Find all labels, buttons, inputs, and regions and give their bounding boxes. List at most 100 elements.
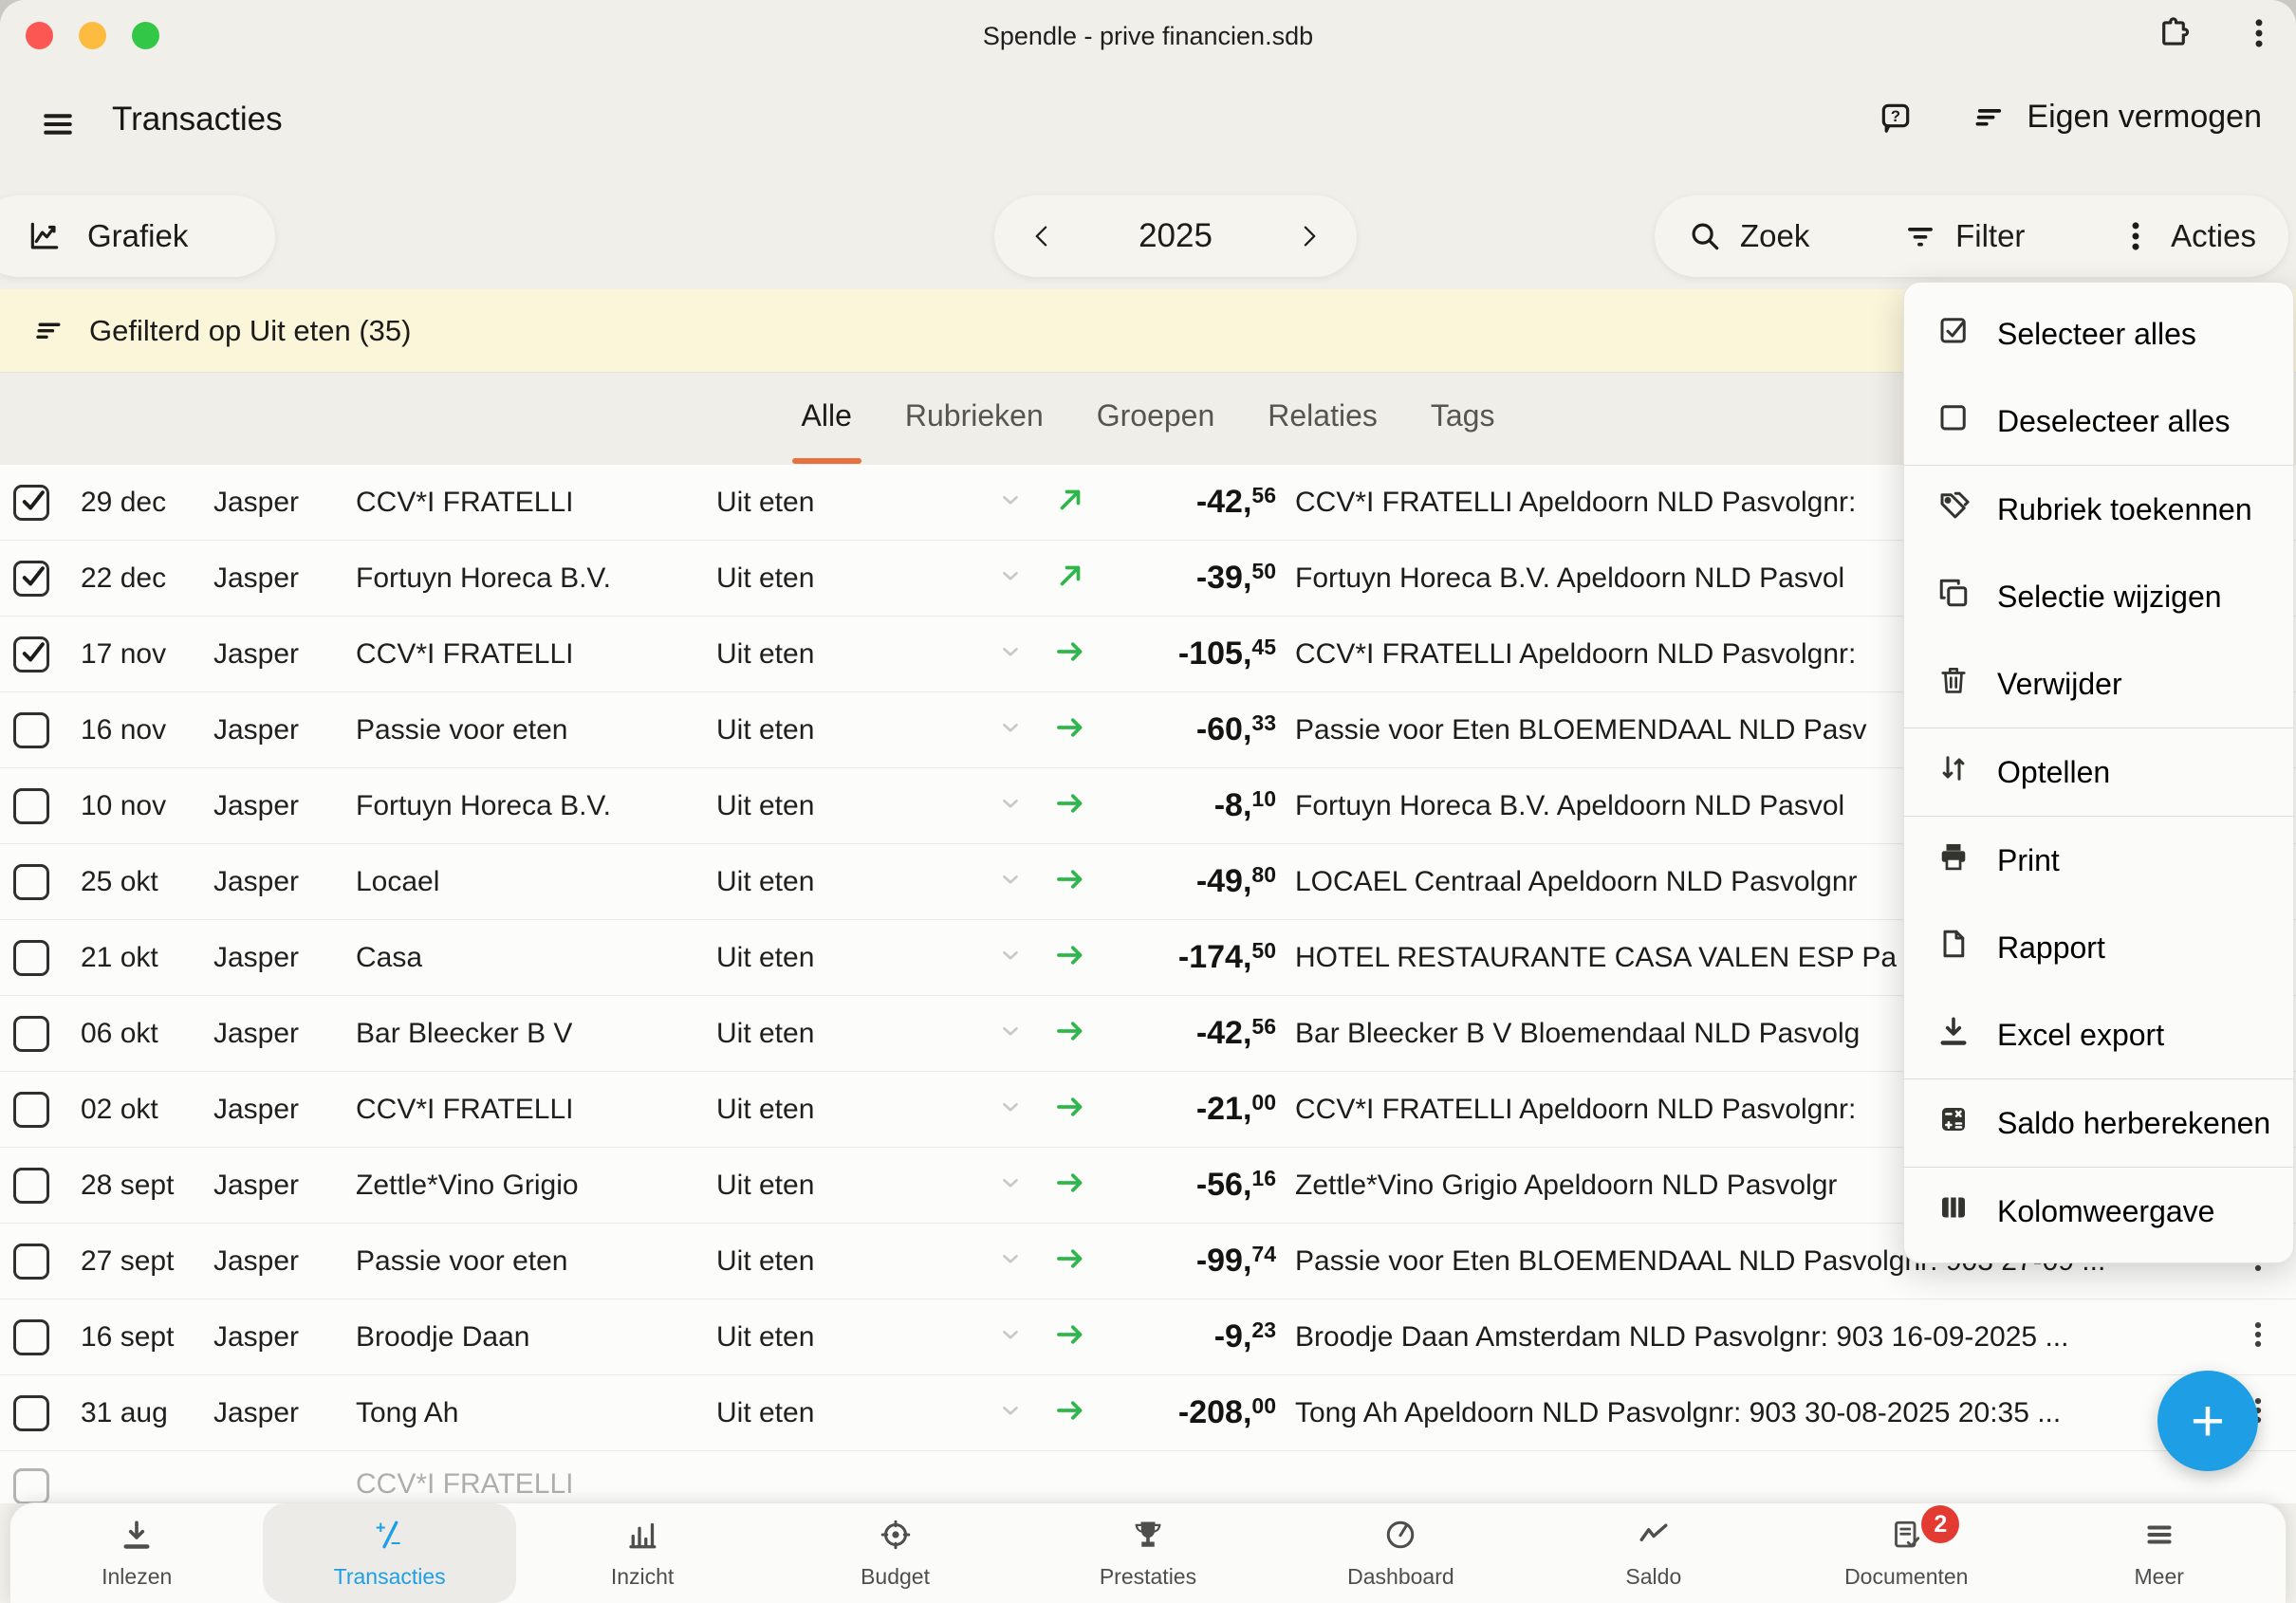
chevron-down-icon[interactable] bbox=[998, 715, 1023, 745]
nav-item-inzicht[interactable]: Inzicht bbox=[516, 1503, 768, 1603]
arrow-up-right-icon bbox=[1054, 580, 1086, 596]
category: Uit eten bbox=[702, 1321, 987, 1354]
chevron-down-icon bbox=[998, 955, 1023, 971]
chevron-right-icon[interactable] bbox=[1294, 218, 1323, 254]
tab-tags[interactable]: Tags bbox=[1431, 398, 1495, 439]
menu-group: Optellen bbox=[1904, 728, 2293, 817]
chevron-down-icon[interactable] bbox=[998, 1019, 1023, 1048]
checkbox[interactable] bbox=[13, 788, 49, 824]
document-check-icon bbox=[1889, 1518, 1923, 1557]
year-value: 2025 bbox=[1139, 217, 1213, 255]
printer-icon bbox=[1936, 839, 1971, 881]
add-transaction-fab[interactable]: + bbox=[2157, 1371, 2258, 1471]
menu-item-label: Rapport bbox=[1997, 930, 2105, 966]
nav-item-prestaties[interactable]: Prestaties bbox=[1022, 1503, 1274, 1603]
date: 06 okt bbox=[68, 1018, 199, 1050]
chevron-down-icon[interactable] bbox=[998, 1246, 1023, 1276]
menu-item-verwijder[interactable]: Verwijder bbox=[1904, 640, 2293, 728]
table-row[interactable]: 31 augJasperTong AhUit eten-208,00Tong A… bbox=[0, 1375, 2296, 1451]
browser-menu-icon[interactable] bbox=[2241, 15, 2277, 51]
actions-button[interactable]: Acties bbox=[2118, 218, 2256, 254]
actions-menu: Selecteer allesDeselecteer allesRubriek … bbox=[1903, 282, 2294, 1263]
chevron-down-icon[interactable] bbox=[998, 563, 1023, 593]
chevron-down-icon[interactable] bbox=[998, 488, 1023, 517]
menu-item-kolomweergave[interactable]: Kolomweergave bbox=[1904, 1168, 2293, 1255]
chevron-down-icon[interactable] bbox=[998, 1398, 1023, 1428]
person: Jasper bbox=[199, 638, 342, 671]
chevron-down-icon[interactable] bbox=[998, 1170, 1023, 1200]
chevron-down-icon[interactable] bbox=[998, 1095, 1023, 1124]
menu-item-rapport[interactable]: Rapport bbox=[1904, 904, 2293, 991]
sort-lines-icon bbox=[1972, 100, 2008, 136]
arrow-right-icon bbox=[1054, 1338, 1086, 1354]
checkbox-checked[interactable] bbox=[13, 561, 49, 597]
help-icon[interactable]: ? bbox=[1875, 100, 1916, 136]
amount: -42,56 bbox=[1105, 1015, 1276, 1052]
checkbox[interactable] bbox=[13, 1016, 49, 1052]
nav-item-dashboard[interactable]: Dashboard bbox=[1274, 1503, 1527, 1603]
svg-text:−: − bbox=[390, 1534, 400, 1552]
amount: -8,10 bbox=[1105, 787, 1276, 824]
row-menu-icon[interactable] bbox=[2242, 1318, 2274, 1355]
payee: Tong Ah bbox=[342, 1397, 702, 1429]
person: Jasper bbox=[199, 1321, 342, 1354]
tab-relaties[interactable]: Relaties bbox=[1268, 398, 1378, 439]
menu-item-saldo-herberekenen[interactable]: Saldo herberekenen bbox=[1904, 1079, 2293, 1167]
checkbox[interactable] bbox=[13, 1168, 49, 1204]
person: Jasper bbox=[199, 1094, 342, 1126]
nav-item-saldo[interactable]: Saldo bbox=[1528, 1503, 1780, 1603]
checkbox[interactable] bbox=[13, 1468, 49, 1503]
nav-item-budget[interactable]: Budget bbox=[768, 1503, 1021, 1603]
tab-rubrieken[interactable]: Rubrieken bbox=[905, 398, 1044, 439]
chevron-down-icon[interactable] bbox=[998, 867, 1023, 896]
nav-item-meer[interactable]: Meer bbox=[2033, 1503, 2286, 1603]
menu-item-excel-export[interactable]: Excel export bbox=[1904, 991, 2293, 1078]
checkbox-checked[interactable] bbox=[13, 636, 49, 673]
date: 02 okt bbox=[68, 1094, 199, 1126]
nav-item-transacties[interactable]: +−Transacties bbox=[263, 1503, 515, 1603]
menu-item-label: Kolomweergave bbox=[1997, 1194, 2214, 1229]
amount: -105,45 bbox=[1105, 636, 1276, 673]
graph-button[interactable]: Grafiek bbox=[0, 195, 275, 277]
tab-groepen[interactable]: Groepen bbox=[1097, 398, 1215, 439]
copy-icon bbox=[1936, 576, 1971, 617]
checkbox[interactable] bbox=[13, 864, 49, 900]
tab-alle[interactable]: Alle bbox=[802, 398, 852, 439]
payee: Locael bbox=[342, 866, 702, 898]
checkbox[interactable] bbox=[13, 712, 49, 748]
menu-item-selecteer-alles[interactable]: Selecteer alles bbox=[1904, 290, 2293, 378]
chevron-down-icon[interactable] bbox=[998, 1322, 1023, 1352]
arrow-right-icon bbox=[1054, 1318, 1086, 1355]
checkbox[interactable] bbox=[13, 1319, 49, 1355]
table-row[interactable]: 16 septJasperBroodje DaanUit eten-9,23Br… bbox=[0, 1299, 2296, 1375]
menu-item-rubriek-toekennen[interactable]: Rubriek toekennen bbox=[1904, 466, 2293, 553]
checkbox[interactable] bbox=[13, 1092, 49, 1128]
nav-item-documenten[interactable]: Documenten2 bbox=[1780, 1503, 2032, 1603]
filter-button[interactable]: Filter bbox=[1902, 218, 2025, 254]
checkbox[interactable] bbox=[13, 1244, 49, 1280]
checkbox[interactable] bbox=[13, 1395, 49, 1431]
menu-item-label: Selectie wijzigen bbox=[1997, 580, 2222, 615]
chevron-down-icon bbox=[998, 803, 1023, 820]
calculator-icon bbox=[1936, 1102, 1971, 1144]
menu-item-selectie-wijzigen[interactable]: Selectie wijzigen bbox=[1904, 553, 2293, 640]
networth-button[interactable]: Eigen vermogen bbox=[1972, 99, 2262, 136]
menu-item-print[interactable]: Print bbox=[1904, 817, 2293, 904]
chevron-down-icon[interactable] bbox=[998, 943, 1023, 972]
extension-puzzle-icon[interactable] bbox=[2156, 15, 2192, 51]
menu-item-deselecteer-alles[interactable]: Deselecteer alles bbox=[1904, 378, 2293, 465]
checkbox-checked[interactable] bbox=[13, 485, 49, 521]
hamburger-menu-icon[interactable] bbox=[36, 106, 80, 142]
menu-item-optellen[interactable]: Optellen bbox=[1904, 728, 2293, 816]
amount: -21,00 bbox=[1105, 1091, 1276, 1128]
chevron-down-icon[interactable] bbox=[998, 639, 1023, 669]
chevron-left-icon[interactable] bbox=[1028, 218, 1057, 254]
arrow-right-icon bbox=[1054, 863, 1086, 900]
search-button[interactable]: Zoek bbox=[1687, 218, 1809, 254]
date: 22 dec bbox=[68, 562, 199, 595]
table-row[interactable]: CCV*I FRATELLI bbox=[0, 1451, 2296, 1503]
chevron-down-icon[interactable] bbox=[998, 791, 1023, 820]
checkbox[interactable] bbox=[13, 940, 49, 976]
date: 21 okt bbox=[68, 942, 199, 974]
nav-item-inlezen[interactable]: Inlezen bbox=[10, 1503, 263, 1603]
